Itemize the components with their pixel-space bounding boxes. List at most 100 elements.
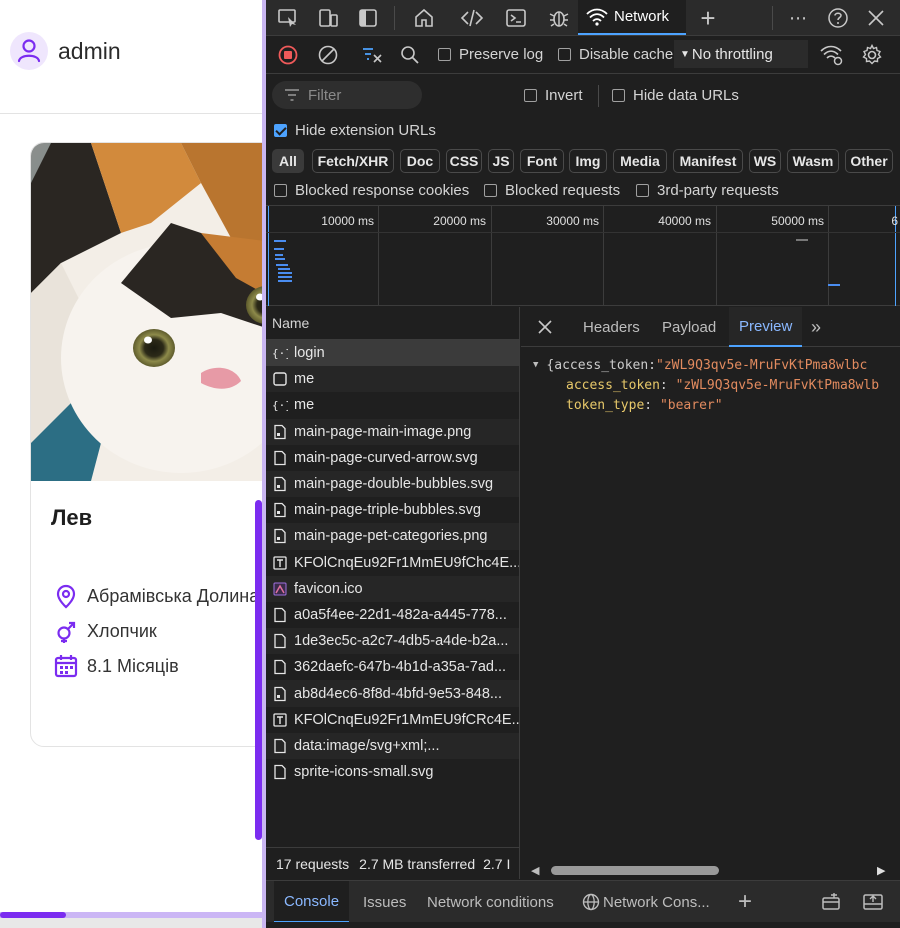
add-drawer-tab-plus-icon[interactable]: + (738, 881, 752, 923)
console-icon[interactable] (504, 6, 528, 30)
request-row[interactable]: data:image/svg+xml;... (266, 732, 519, 759)
request-row[interactable]: KFOlCnqEu92Fr1MmEU9fChc4E... (266, 550, 519, 576)
clear-icon[interactable] (316, 43, 340, 67)
type-filter-js[interactable]: JS (488, 149, 514, 173)
hide-data-urls-checkbox[interactable]: Hide data URLs (612, 87, 739, 104)
request-row[interactable]: a0a5f4ee-22d1-482a-a445-778... (266, 602, 519, 628)
request-name: KFOlCnqEu92Fr1MmEU9fCRc4E... (294, 711, 519, 728)
username-label[interactable]: admin (58, 38, 121, 65)
filter-row: Filter Invert Hide data URLs (266, 75, 900, 115)
third-party-requests-box[interactable] (636, 184, 649, 197)
drawer-tab-network-console[interactable]: Network Cons... (582, 881, 710, 923)
add-panel-plus-icon[interactable]: + (696, 3, 720, 33)
pet-card[interactable]: Лев Абрамівська Долина Хлопчик 8.1 Місяц… (30, 142, 262, 747)
toggle-sidebar-icon[interactable] (356, 6, 380, 30)
json-access-token-line[interactable]: access_token : "zWL9Q3qv5e-MruFvKtPma8wl… (521, 375, 900, 395)
filter-input[interactable]: Filter (272, 81, 422, 109)
disable-cache-box[interactable] (558, 48, 571, 61)
request-row[interactable]: me (266, 366, 519, 393)
third-party-requests-checkbox[interactable]: 3rd-party requests (636, 182, 779, 199)
network-conditions-icon[interactable] (820, 43, 844, 67)
drawer-tab-console[interactable]: Console (274, 881, 350, 923)
type-filter-all[interactable]: All (272, 149, 304, 173)
invert-checkbox[interactable]: Invert (524, 87, 583, 104)
type-filter-wasm[interactable]: Wasm (787, 149, 839, 173)
request-row[interactable]: ab8d4ec6-8f8d-4bfd-9e53-848... (266, 680, 519, 707)
help-icon[interactable] (826, 6, 850, 30)
dock-drawer-icon[interactable] (820, 881, 842, 923)
scroll-left-arrow-icon[interactable]: ◀ (531, 864, 539, 877)
type-filter-ws[interactable]: WS (749, 149, 781, 173)
hide-data-urls-box[interactable] (612, 89, 625, 102)
type-filter-css[interactable]: CSS (446, 149, 482, 173)
font-icon (272, 555, 288, 571)
hide-extension-urls-checkbox[interactable]: Hide extension URLs (274, 122, 436, 139)
request-row[interactable]: main-page-pet-categories.png (266, 523, 519, 550)
inspect-element-icon[interactable] (276, 6, 300, 30)
image-file-icon (272, 502, 288, 518)
undock-drawer-icon[interactable] (862, 881, 884, 923)
blocked-requests-checkbox[interactable]: Blocked requests (484, 182, 620, 199)
blocked-response-cookies-checkbox[interactable]: Blocked response cookies (274, 182, 469, 199)
type-filter-fetch-xhr[interactable]: Fetch/XHR (312, 149, 394, 173)
welcome-home-icon[interactable] (412, 6, 436, 30)
json-token-type-line[interactable]: token_type : "bearer" (521, 395, 900, 415)
blocked-requests-box[interactable] (484, 184, 497, 197)
timeline-label: 50000 ms (771, 214, 824, 228)
type-filter-manifest[interactable]: Manifest (673, 149, 743, 173)
tab-headers[interactable]: Headers (583, 307, 640, 347)
throttling-select[interactable]: ▼ No throttling (674, 40, 808, 68)
timeline-left-edge[interactable] (268, 206, 269, 306)
blocked-response-cookies-box[interactable] (274, 184, 287, 197)
request-row[interactable]: {·} login (266, 340, 519, 367)
drawer-tab-network-conditions[interactable]: Network conditions (427, 881, 554, 923)
expand-triangle-icon[interactable]: ▼ (533, 360, 538, 370)
page-vertical-scrollbar[interactable] (255, 500, 262, 840)
filter-funnel-icon[interactable] (360, 43, 384, 67)
requests-name-header[interactable]: Name (266, 307, 519, 340)
close-detail-icon[interactable] (537, 307, 553, 347)
type-filter-doc[interactable]: Doc (400, 149, 440, 173)
request-name: 362daefc-647b-4b1d-a35a-7ad... (294, 659, 507, 676)
pet-name: Лев (51, 505, 93, 530)
type-filter-img[interactable]: Img (569, 149, 607, 173)
disable-cache-checkbox[interactable]: Disable cache (558, 46, 673, 63)
user-avatar-icon[interactable] (10, 32, 48, 70)
type-filter-media[interactable]: Media (613, 149, 667, 173)
drawer-tab-issues[interactable]: Issues (363, 881, 406, 923)
tab-network[interactable]: Network (578, 0, 686, 35)
network-timeline-overview[interactable]: 10000 ms 20000 ms 30000 ms 40000 ms 5000… (266, 205, 900, 306)
preview-horizontal-scrollbar[interactable]: ◀ ▶ (529, 863, 889, 877)
sources-bug-icon[interactable] (547, 6, 571, 30)
timeline-separator (266, 232, 900, 233)
preserve-log-checkbox[interactable]: Preserve log (438, 46, 543, 63)
search-icon[interactable] (398, 43, 422, 67)
request-row[interactable]: 362daefc-647b-4b1d-a35a-7ad... (266, 654, 519, 680)
elements-code-icon[interactable] (460, 6, 484, 30)
request-row[interactable]: main-page-triple-bubbles.svg (266, 497, 519, 523)
request-row[interactable]: main-page-curved-arrow.svg (266, 445, 519, 471)
request-row[interactable]: main-page-main-image.png (266, 418, 519, 445)
settings-gear-icon[interactable] (860, 43, 884, 67)
json-root-line[interactable]: ▼ {access_token: "zWL9Q3qv5e-MruFvKtPma8… (521, 355, 900, 375)
type-filter-font[interactable]: Font (520, 149, 564, 173)
type-filter-other[interactable]: Other (845, 149, 893, 173)
scroll-thumb[interactable] (551, 866, 719, 875)
preserve-log-box[interactable] (438, 48, 451, 61)
more-options-icon[interactable]: ⋯ (786, 6, 810, 30)
hide-extension-urls-box[interactable] (274, 124, 287, 137)
request-row[interactable]: {·} me (266, 392, 519, 418)
record-stop-icon[interactable] (276, 43, 300, 67)
request-row[interactable]: 1de3ec5c-a2c7-4db5-a4de-b2a... (266, 628, 519, 655)
invert-box[interactable] (524, 89, 537, 102)
tab-payload[interactable]: Payload (662, 307, 716, 347)
request-row[interactable]: sprite-icons-small.svg (266, 759, 519, 785)
close-devtools-icon[interactable] (864, 6, 888, 30)
tab-preview[interactable]: Preview (729, 307, 803, 347)
request-row[interactable]: main-page-double-bubbles.svg (266, 470, 519, 498)
request-row[interactable]: KFOlCnqEu92Fr1MmEU9fCRc4E... (266, 707, 519, 733)
request-row[interactable]: favicon.ico (266, 575, 519, 602)
more-tabs-chevron-icon[interactable]: » (811, 307, 821, 347)
device-emulation-icon[interactable] (316, 6, 340, 30)
scroll-right-arrow-icon[interactable]: ▶ (877, 864, 885, 877)
